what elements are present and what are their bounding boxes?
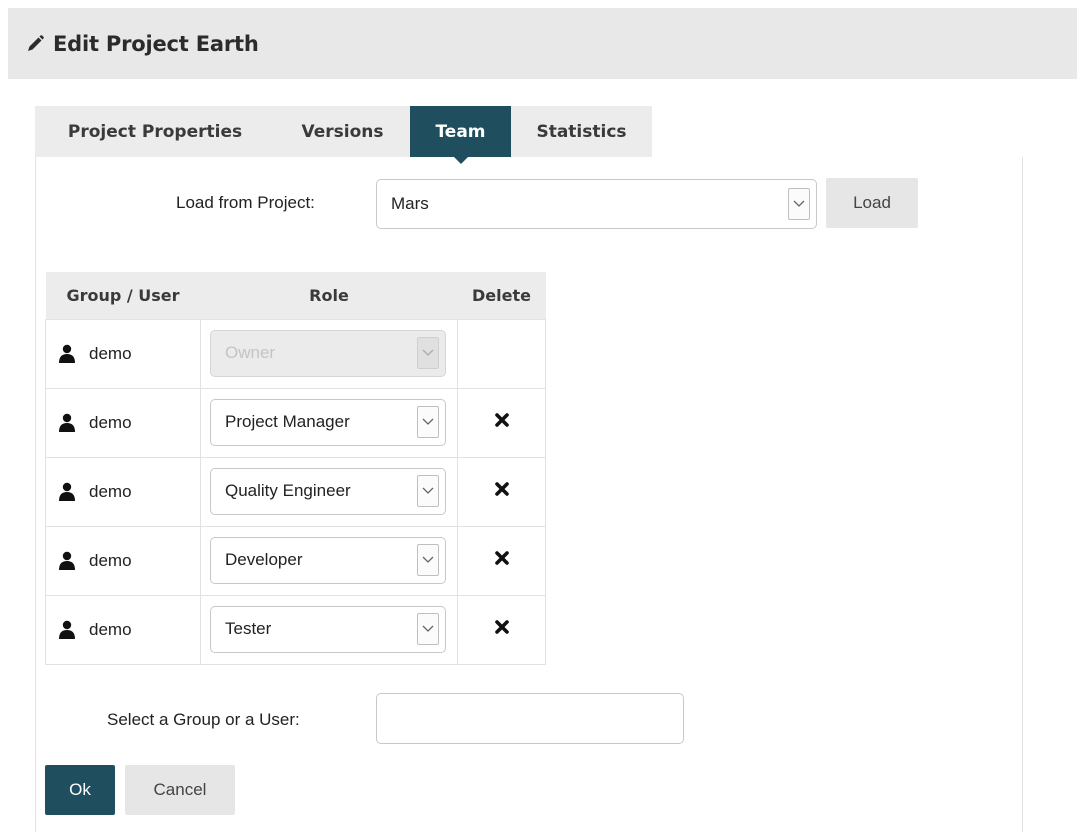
user-icon — [58, 413, 78, 433]
column-header-role: Role — [200, 272, 458, 319]
chevron-down-icon[interactable] — [417, 475, 439, 507]
page-title: Edit Project Earth — [53, 31, 259, 56]
member-name: demo — [89, 550, 132, 570]
role-select[interactable]: Project Manager — [210, 398, 446, 446]
chevron-down-icon[interactable] — [788, 188, 810, 220]
load-button[interactable]: Load — [826, 178, 918, 228]
chevron-down-icon[interactable] — [417, 406, 439, 438]
user-icon — [58, 551, 78, 571]
user-icon — [58, 620, 78, 640]
delete-x-icon[interactable] — [494, 550, 510, 571]
member-name: demo — [89, 412, 132, 432]
role-value: Owner — [225, 343, 276, 362]
team-table: Group / User Role Delete demo Owner demo — [45, 272, 546, 665]
role-value: Developer — [225, 550, 303, 569]
column-header-delete: Delete — [457, 272, 546, 319]
role-value: Quality Engineer — [225, 481, 351, 500]
member-cell: demo — [46, 620, 200, 640]
user-icon — [58, 482, 78, 502]
tab-versions[interactable]: Versions — [275, 106, 410, 157]
group-user-input[interactable] — [376, 693, 684, 744]
pencil-icon — [25, 33, 47, 55]
select-group-user-label: Select a Group or a User: — [107, 710, 300, 729]
load-from-project-label: Load from Project: — [176, 193, 315, 212]
role-value: Project Manager — [225, 412, 350, 431]
table-row: demo Tester — [45, 594, 546, 665]
table-row: demo Owner — [45, 318, 546, 389]
member-name: demo — [89, 619, 132, 639]
table-row: demo Quality Engineer — [45, 456, 546, 527]
dialog-header: Edit Project Earth — [8, 8, 1077, 79]
role-select[interactable]: Quality Engineer — [210, 467, 446, 515]
chevron-down-icon[interactable] — [417, 544, 439, 576]
tab-team[interactable]: Team — [410, 106, 511, 164]
tab-bar: Project Properties Versions Team Statist… — [35, 106, 652, 164]
role-select[interactable]: Tester — [210, 605, 446, 653]
chevron-down-icon[interactable] — [417, 613, 439, 645]
table-header-row: Group / User Role Delete — [45, 272, 546, 319]
chevron-down-icon — [417, 337, 439, 369]
load-from-project-select[interactable]: Mars — [376, 179, 817, 229]
role-value: Tester — [225, 619, 272, 638]
delete-x-icon[interactable] — [494, 412, 510, 433]
member-name: demo — [89, 343, 132, 363]
member-cell: demo — [46, 413, 200, 433]
cancel-button[interactable]: Cancel — [125, 765, 235, 815]
role-select[interactable]: Developer — [210, 536, 446, 584]
table-row: demo Project Manager — [45, 387, 546, 458]
delete-x-icon[interactable] — [494, 481, 510, 502]
load-from-project-value: Mars — [391, 194, 429, 213]
delete-x-icon[interactable] — [494, 619, 510, 640]
member-cell: demo — [46, 482, 200, 502]
ok-button[interactable]: Ok — [45, 765, 115, 815]
table-row: demo Developer — [45, 525, 546, 596]
tab-statistics[interactable]: Statistics — [511, 106, 652, 157]
user-icon — [58, 344, 78, 364]
member-name: demo — [89, 481, 132, 501]
member-cell: demo — [46, 551, 200, 571]
role-select: Owner — [210, 329, 446, 377]
member-cell: demo — [46, 344, 200, 364]
column-header-group-user: Group / User — [45, 272, 201, 319]
delete-cell-empty — [457, 318, 546, 389]
tab-project-properties[interactable]: Project Properties — [35, 106, 275, 157]
